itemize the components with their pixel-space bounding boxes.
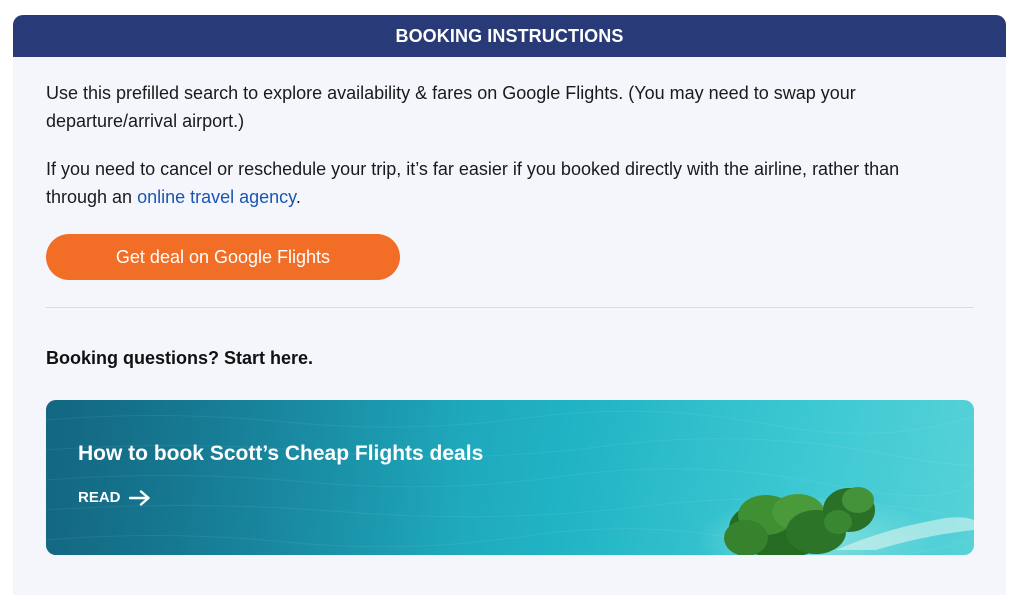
intro-text: Use this prefilled search to explore ava… [46, 83, 856, 131]
intro-paragraph: Use this prefilled search to explore ava… [46, 79, 946, 135]
online-travel-agency-link[interactable]: online travel agency [137, 187, 296, 207]
article-card[interactable]: How to book Scott’s Cheap Flights deals … [46, 400, 974, 555]
booking-instructions-panel: BOOKING INSTRUCTIONS Use this prefilled … [13, 15, 1006, 595]
article-title: How to book Scott’s Cheap Flights deals [78, 442, 484, 465]
read-link[interactable]: READ [78, 489, 151, 506]
panel-title: BOOKING INSTRUCTIONS [395, 25, 624, 46]
cancel-text-end: . [295, 187, 301, 207]
arrow-right-icon [128, 489, 150, 506]
get-deal-button[interactable]: Get deal on Google Flights [46, 234, 400, 280]
section-divider [46, 307, 974, 308]
island-ocean-image [46, 400, 974, 555]
cancel-paragraph: If you need to cancel or reschedule your… [46, 155, 946, 211]
booking-questions-heading: Booking questions? Start here. [46, 348, 314, 368]
panel-header: BOOKING INSTRUCTIONS [13, 15, 1006, 57]
read-label: READ [78, 489, 121, 506]
